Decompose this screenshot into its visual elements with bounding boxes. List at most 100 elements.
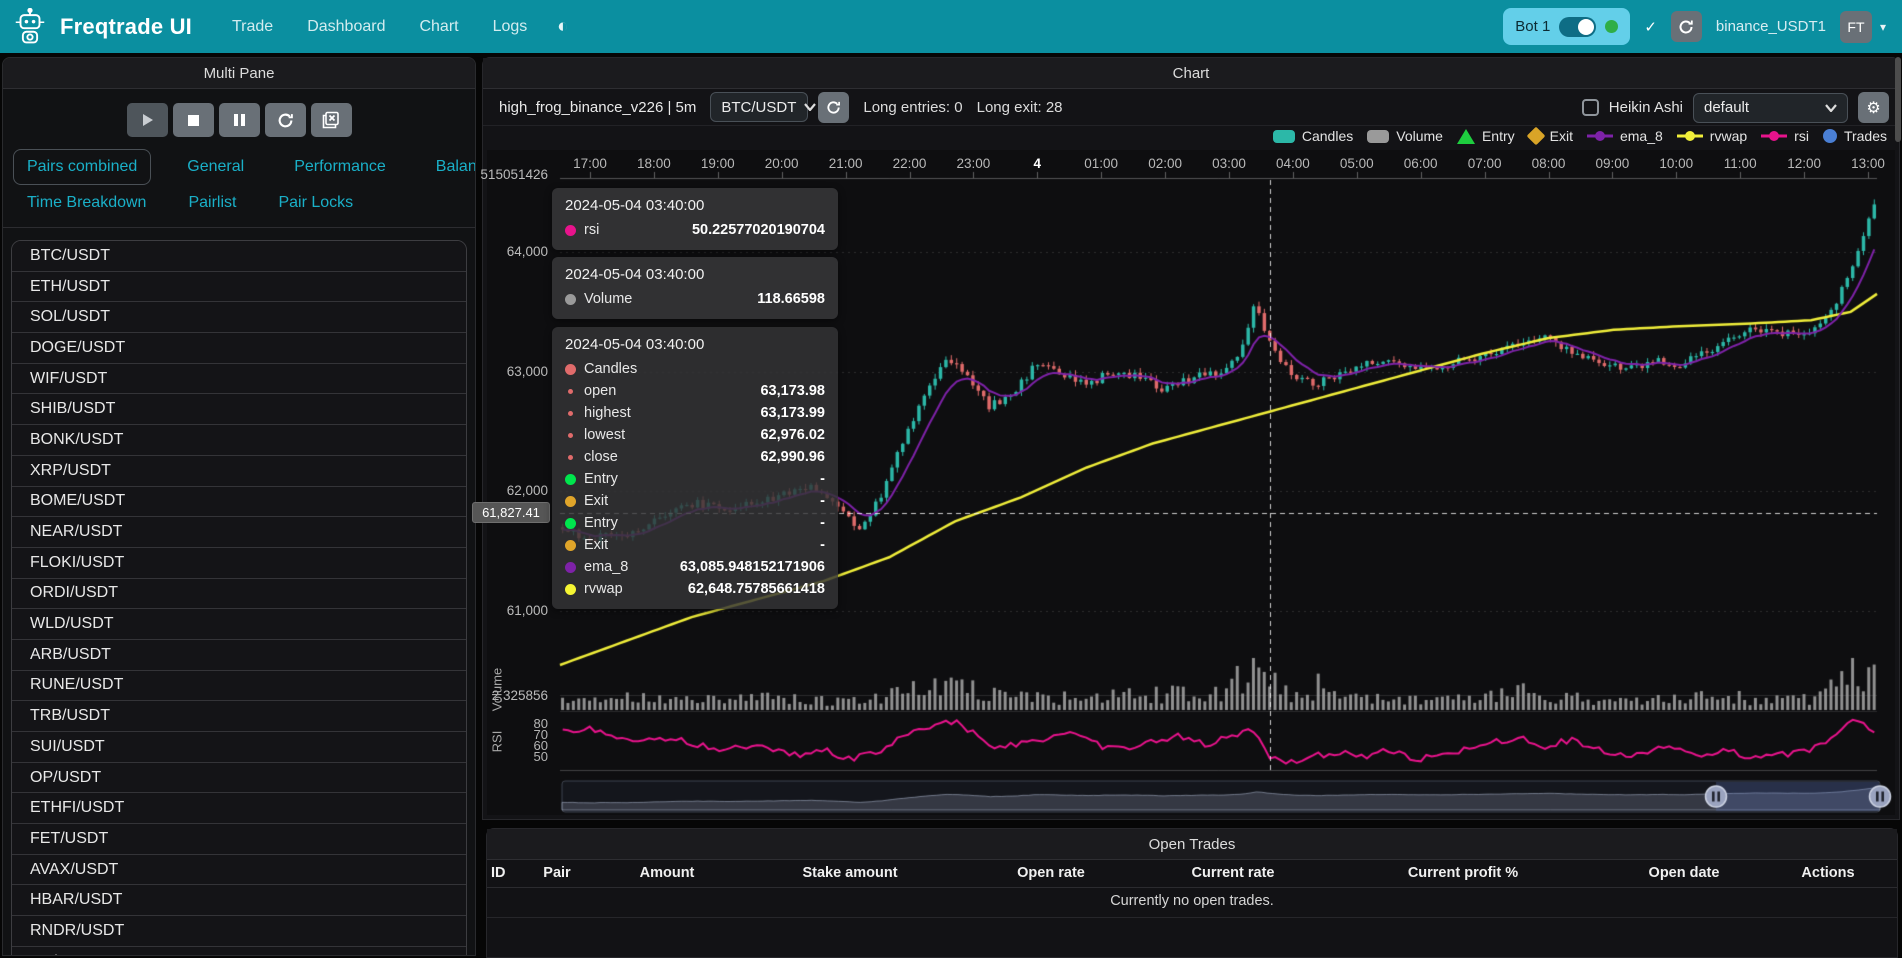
refresh-chart-button[interactable] [818,92,849,123]
legend-candles[interactable]: Candles [1273,128,1353,144]
pair-row-bome[interactable]: BOME/USDT [12,487,466,518]
entry-marker-icon [1457,129,1475,144]
legend-label: Exit [1550,128,1573,144]
forget-layout-button[interactable] [311,103,352,137]
pair-row-sui[interactable]: SUI/USDT [12,732,466,763]
chevron-down-icon [1825,104,1837,112]
pair-row-ethfi[interactable]: ETHFI/USDT [12,793,466,824]
plot-config-select[interactable]: default [1693,93,1848,123]
reload-config-button[interactable] [265,103,306,137]
tab-general[interactable]: General [173,149,258,185]
legend-rvwap[interactable]: rvwap [1677,128,1747,144]
start-bot-button[interactable] [127,103,168,137]
tab-performance[interactable]: Performance [280,149,400,185]
pair-row-shib[interactable]: SHIB/USDT [12,394,466,425]
pair-row-op[interactable]: OP/USDT [12,763,466,794]
legend-label: Entry [1482,128,1515,144]
freqtrade-robot-logo-icon [14,7,50,47]
pair-row-floki[interactable]: FLOKI/USDT [12,548,466,579]
pair-row-rndr[interactable]: RNDR/USDT [12,916,466,947]
volume-marker-icon [1367,130,1389,143]
rvwap-marker-icon [1677,130,1703,142]
plot-settings-gear-button[interactable]: ⚙ [1858,92,1889,123]
pair-row-doge[interactable]: DOGE/USDT [12,333,466,364]
pair-row-trb[interactable]: TRB/USDT [12,701,466,732]
multi-pane-title: Multi Pane [3,58,475,89]
user-menu-caret-icon[interactable]: ▾ [1880,20,1886,34]
pair-row-wld[interactable]: WLD/USDT [12,609,466,640]
chart-controls: high_frog_binance_v226 | 5m BTC/USDT Lon… [483,89,1899,126]
pair-row-bonk[interactable]: BONK/USDT [12,425,466,456]
tab-pair-locks[interactable]: Pair Locks [264,185,367,221]
pair-row-near[interactable]: NEAR/USDT [12,517,466,548]
nav-link-trade[interactable]: Trade [232,18,273,36]
pause-bot-button[interactable] [219,103,260,137]
strategy-name: high_frog_binance_v226 | 5m [499,99,696,116]
long-entries-count: Long entries: 0 [863,99,962,116]
heikin-ashi-checkbox[interactable] [1582,99,1599,116]
pair-row-ar[interactable]: AR/USDT [12,947,466,956]
stop-bot-button[interactable] [173,103,214,137]
pair-row-arb[interactable]: ARB/USDT [12,640,466,671]
pair-select[interactable]: BTC/USDT [710,92,808,122]
legend-rsi[interactable]: rsi [1761,128,1809,144]
pair-row-rune[interactable]: RUNE/USDT [12,671,466,702]
col-header-current-rate: Current rate [1192,865,1275,881]
open-trades-title: Open Trades [487,829,1897,860]
legend-label: Candles [1302,128,1353,144]
pair-select-value: BTC/USDT [721,99,796,116]
col-header-amount: Amount [640,865,695,881]
nav-link-logs[interactable]: Logs [493,18,528,36]
pair-row-ordi[interactable]: ORDI/USDT [12,579,466,610]
pair-row-eth[interactable]: ETH/USDT [12,272,466,303]
col-header-open-rate: Open rate [1017,865,1085,881]
pair-row-avax[interactable]: AVAX/USDT [12,855,466,886]
user-avatar[interactable]: FT [1840,11,1872,43]
legend-entry[interactable]: Entry [1457,128,1515,144]
divider [3,227,475,228]
candles-marker-icon [1273,130,1295,143]
open-trades-header-row: IDPairAmountStake amountOpen rateCurrent… [487,860,1897,888]
ema_8-marker-icon [1587,130,1613,142]
trades-marker-icon [1823,129,1837,143]
legend-exit[interactable]: Exit [1529,128,1573,144]
legend-volume[interactable]: Volume [1367,128,1443,144]
plot-config-value: default [1704,99,1749,116]
pair-row-btc[interactable]: BTC/USDT [12,241,466,272]
legend-trades[interactable]: Trades [1823,128,1887,144]
pair-row-sol[interactable]: SOL/USDT [12,302,466,333]
reload-bot-button[interactable] [1671,11,1702,42]
freqtrade-app: { "colors": { "navbar": "#0b8fa0", "acce… [0,0,1902,958]
col-header-stake-amount: Stake amount [802,865,897,881]
bot-name: Bot 1 [1515,18,1550,35]
tab-pairlist[interactable]: Pairlist [174,185,250,221]
theme-toggle-icon[interactable]: ◐ [557,16,568,38]
pair-row-xrp[interactable]: XRP/USDT [12,456,466,487]
col-header-current-profit-: Current profit % [1408,865,1518,881]
chevron-down-icon [804,103,816,111]
exit-marker-icon [1526,127,1545,146]
tab-time-breakdown[interactable]: Time Breakdown [13,185,160,221]
pair-list: BTC/USDTETH/USDTSOL/USDTDOGE/USDTWIF/USD… [11,240,467,956]
check-icon: ✓ [1644,18,1657,36]
pair-row-fet[interactable]: FET/USDT [12,824,466,855]
bot-selector[interactable]: Bot 1 [1503,8,1630,45]
bot-toggle[interactable] [1559,17,1596,37]
sidebar-tabs: Pairs combinedGeneralPerformanceBalance … [3,147,475,221]
col-header-actions: Actions [1801,865,1854,881]
logged-in-bot: binance_USDT1 [1716,18,1826,35]
tab-pairs-combined[interactable]: Pairs combined [13,149,151,185]
nav-link-chart[interactable]: Chart [419,18,458,36]
col-header-id: ID [491,865,506,881]
bot-control-buttons [3,89,475,147]
legend-ema_8[interactable]: ema_8 [1587,128,1663,144]
legend-label: ema_8 [1620,128,1663,144]
legend-label: Volume [1396,128,1443,144]
page-scrollbar-thumb[interactable] [1895,57,1901,142]
navbar-right: Bot 1 ✓ binance_USDT1 FT ▾ [1503,0,1886,53]
long-exits-count: Long exit: 28 [977,99,1063,116]
pair-row-hbar[interactable]: HBAR/USDT [12,885,466,916]
tab-balance[interactable]: Balance [422,149,476,185]
pair-row-wif[interactable]: WIF/USDT [12,364,466,395]
nav-link-dashboard[interactable]: Dashboard [307,18,385,36]
